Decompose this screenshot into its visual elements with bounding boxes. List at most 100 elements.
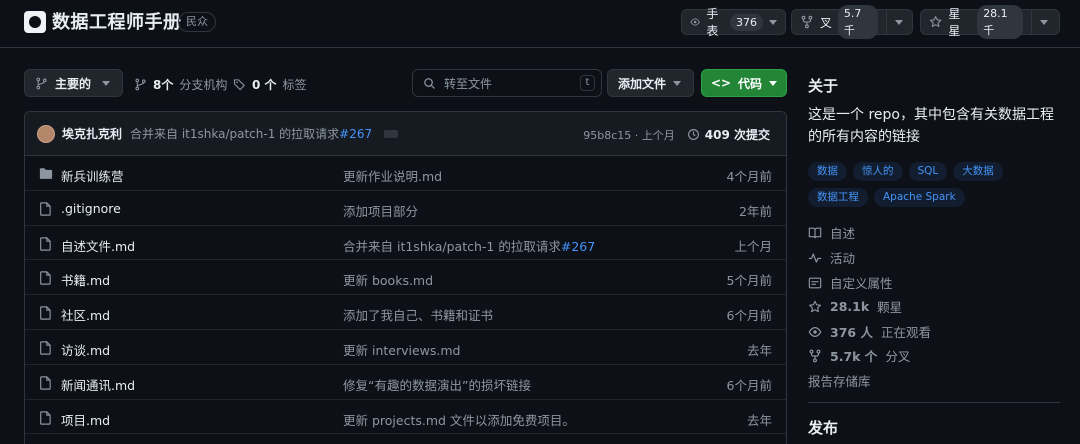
star-icon [929, 16, 942, 27]
releases-heading[interactable]: 发布 [808, 417, 838, 438]
watchers-link[interactable]: 376 人 正在观看 [808, 322, 931, 341]
tags-count: 0 个 [252, 78, 277, 92]
file-icon [39, 236, 52, 254]
file-row[interactable]: 书籍.md 更新 books.md 5个月前 [25, 260, 786, 296]
eye-icon [690, 18, 700, 26]
branch-icon [36, 77, 47, 89]
activity-link[interactable]: 活动 [808, 248, 855, 267]
book-icon [808, 227, 822, 238]
topic-tag[interactable]: 惊人的 [853, 162, 903, 181]
file-commit-time: 上个月 [734, 238, 772, 254]
fork-count: 5.7千 [837, 5, 878, 39]
file-browser: 埃克扎克利 合并来自 it1shka/patch-1 的拉取请求#267 95b… [24, 111, 787, 444]
file-name-link[interactable]: 新闻通讯.md [61, 375, 135, 394]
file-icon [39, 341, 52, 358]
pr-link[interactable]: #267 [339, 127, 372, 141]
star-button[interactable]: 星星 28.1千 [920, 5, 1060, 39]
file-commit-message[interactable]: 添加项目部分 [343, 201, 418, 220]
fork-dropdown[interactable] [887, 10, 911, 34]
watch-button[interactable]: 手表 376 [681, 7, 786, 38]
custom-properties-link[interactable]: 自定义属性 [808, 273, 893, 292]
latest-commit-bar: 埃克扎克利 合并来自 it1shka/patch-1 的拉取请求#267 95b… [25, 112, 786, 156]
history-icon [687, 129, 699, 140]
add-file-button[interactable]: 添加文件 [607, 69, 694, 97]
file-row[interactable]: 新兵训练营 更新作业说明.md 4个月前 [25, 156, 786, 191]
file-icon [39, 376, 52, 393]
file-commit-message[interactable]: 修复“有趣的数据演出”的损坏链接 [343, 375, 531, 394]
file-row[interactable]: 自述文件.md 合并来自 it1shka/patch-1 的拉取请求#267 上个月 [25, 226, 786, 261]
fork-button[interactable]: 叉 5.7千 [791, 5, 913, 39]
fork-label: 叉 [819, 15, 832, 30]
file-commit-message[interactable]: 添加了我自己、书籍和证书 [343, 305, 493, 324]
topic-tag[interactable]: Apache Spark [874, 188, 965, 207]
pulse-icon [808, 252, 822, 263]
report-repository-link[interactable]: 报告存储库 [808, 371, 871, 390]
file-commit-time: 5个月前 [726, 273, 772, 289]
file-commit-time: 去年 [746, 342, 772, 358]
go-to-file-input[interactable]: 转至文件 t [412, 69, 602, 97]
code-button[interactable]: <> 代码 [701, 69, 787, 97]
watch-count: 376 [730, 13, 763, 31]
avatar[interactable] [37, 124, 55, 143]
file-name-link[interactable]: 新兵训练营 [61, 166, 124, 185]
visibility-badge: 民众 [178, 12, 216, 32]
file-name-link[interactable]: 自述文件.md [61, 236, 135, 255]
tags-link[interactable]: 0 个 标签 [233, 76, 307, 93]
file-icon [39, 271, 52, 288]
search-icon [424, 77, 435, 89]
file-name-link[interactable]: 项目.md [61, 410, 110, 429]
readme-label: 自述 [830, 226, 856, 241]
commit-author[interactable]: 埃克扎克利 [62, 125, 122, 142]
branches-link[interactable]: 8个 分支机构 [134, 76, 227, 93]
file-commit-time: 6个月前 [726, 308, 772, 324]
file-row[interactable]: 项目.md 更新 projects.md 文件以添加免费项目。 去年 [25, 400, 786, 435]
branch-name: 主要的 [55, 76, 92, 91]
add-file-label: 添加文件 [618, 76, 667, 91]
branch-select[interactable]: 主要的 [24, 69, 123, 97]
file-commit-message[interactable]: 合并来自 it1shka/patch-1 的拉取请求#267 [343, 236, 595, 255]
chevron-down-icon[interactable] [769, 19, 777, 25]
file-name-link[interactable]: 书籍.md [61, 270, 110, 289]
folder-icon [39, 167, 53, 183]
topic-tag[interactable]: SQL [908, 162, 948, 181]
eye-icon [808, 326, 822, 337]
watchers-count: 376 人 [830, 325, 873, 340]
topic-tag[interactable]: 大数据 [953, 162, 1003, 181]
stars-count: 28.1k [830, 299, 870, 314]
file-row[interactable]: 社区.md 添加了我自己、书籍和证书 6个月前 [25, 295, 786, 330]
chevron-down-icon [102, 80, 111, 86]
commit-hash-time[interactable]: 95b8c15 · 上个月 [583, 127, 675, 143]
file-commit-message[interactable]: 更新 interviews.md [343, 340, 460, 359]
branches-count: 8个 [153, 78, 174, 92]
keyboard-shortcut: t [580, 75, 595, 91]
topic-tag[interactable]: 数据 [808, 162, 847, 181]
file-row[interactable]: .gitignore 添加项目部分 2年前 [25, 191, 786, 226]
tag-icon [233, 79, 245, 91]
commit-history-link[interactable]: 409 次提交 [687, 126, 770, 143]
expand-commit-button[interactable] [384, 129, 399, 138]
forks-link[interactable]: 5.7k 个 分叉 [808, 346, 910, 365]
file-row[interactable]: 访谈.md 更新 interviews.md 去年 [25, 330, 786, 365]
file-name-link[interactable]: .gitignore [61, 201, 121, 216]
topic-tag[interactable]: 数据工程 [808, 188, 868, 207]
pr-link[interactable]: #267 [561, 239, 595, 254]
commit-count: 409 次提交 [704, 128, 770, 142]
star-dropdown[interactable] [1032, 10, 1056, 34]
repo-title[interactable]: 数据工程师手册 [52, 8, 182, 34]
watch-label: 手表 [706, 7, 719, 38]
fork-icon [809, 349, 821, 362]
file-commit-message[interactable]: 更新 projects.md 文件以添加免费项目。 [343, 410, 575, 429]
stars-label: 颗星 [877, 300, 903, 315]
activity-label: 活动 [830, 251, 856, 266]
file-commit-message[interactable]: 更新作业说明.md [343, 166, 442, 185]
owner-avatar[interactable] [24, 11, 46, 33]
file-row[interactable]: 新闻通讯.md 修复“有趣的数据演出”的损坏链接 6个月前 [25, 365, 786, 400]
file-commit-message[interactable]: 更新 books.md [343, 270, 433, 289]
readme-link[interactable]: 自述 [808, 223, 855, 242]
stars-link[interactable]: 28.1k 颗星 [808, 297, 902, 316]
commit-message[interactable]: 合并来自 it1shka/patch-1 的拉取请求#267 [130, 125, 372, 142]
branch-icon [135, 78, 146, 91]
file-list: 新兵训练营 更新作业说明.md 4个月前 .gitignore 添加项目部分 2年前 自述文… [25, 156, 786, 435]
file-name-link[interactable]: 社区.md [61, 305, 110, 324]
file-name-link[interactable]: 访谈.md [61, 340, 110, 359]
